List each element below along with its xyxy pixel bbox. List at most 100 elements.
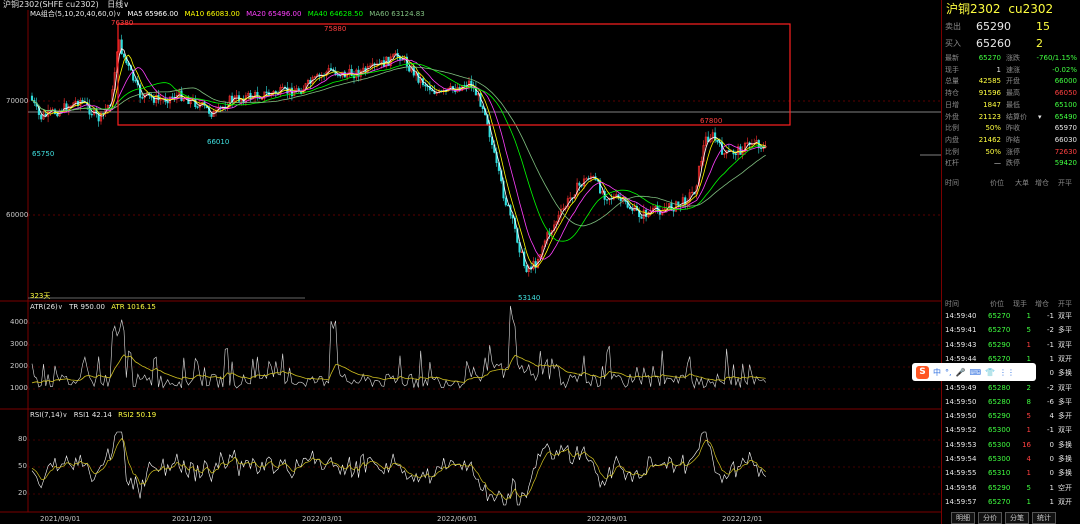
tick-price: 65300 bbox=[988, 455, 1011, 463]
bid-price: 65260 bbox=[976, 37, 1011, 50]
tick-row[interactable]: 14:59:55 65310 1 0 多换 bbox=[942, 467, 1080, 480]
quote-row: 比例 50% 涨停 72630 bbox=[942, 146, 1080, 158]
tick-row[interactable]: 14:59:50 65290 5 4 多开 bbox=[942, 410, 1080, 423]
tick-oi: -1 bbox=[1047, 312, 1054, 320]
quote-row: 外盘 21123 结算价 65490 ▾ bbox=[942, 111, 1080, 123]
candle-body bbox=[56, 113, 59, 117]
candle-body bbox=[258, 97, 261, 100]
tick-header-2: 时间 价位 现手 增仓 开平 bbox=[942, 298, 1080, 310]
ma60-value: MA60 63124.83 bbox=[369, 10, 425, 18]
tick-type: 空开 bbox=[1058, 483, 1072, 492]
col-volume: 现手 bbox=[1013, 300, 1027, 308]
kline-chart-area[interactable] bbox=[0, 0, 941, 524]
chevron-down-icon[interactable]: ▾ bbox=[1038, 111, 1042, 123]
ma-combo-label[interactable]: MA组合(5,10,20,40,60,0)∨ bbox=[30, 10, 121, 18]
bars-count: 323天 bbox=[30, 292, 51, 300]
quote-label: 比例 bbox=[945, 147, 959, 156]
ma-line bbox=[31, 47, 766, 270]
quote-row: 比例 50% 昨收 65970 bbox=[942, 122, 1080, 134]
tick-row[interactable]: 14:59:41 65270 5 -2 多平 bbox=[942, 324, 1080, 337]
col-oi: 增仓 bbox=[1035, 300, 1049, 308]
toolbox-icon[interactable]: ⋮⋮ bbox=[999, 368, 1015, 377]
ma-line bbox=[31, 54, 766, 268]
tick-volume: 1 bbox=[1026, 340, 1031, 349]
tick-row[interactable]: 14:59:54 65300 4 0 多换 bbox=[942, 453, 1080, 466]
tick-time: 14:59:50 bbox=[945, 412, 977, 421]
quote-label: 总量 bbox=[945, 77, 959, 86]
tick-row[interactable]: 14:59:52 65300 1 -1 双平 bbox=[942, 424, 1080, 437]
tick-volume: 1 bbox=[1026, 426, 1031, 435]
ask-price: 65290 bbox=[976, 20, 1011, 33]
ime-toolbar[interactable]: S 中 °, 🎤 ⌨ 👕 ⋮⋮ bbox=[912, 363, 1036, 381]
candle-body bbox=[134, 80, 137, 82]
tick-row[interactable]: 14:59:40 65270 1 -1 双平 bbox=[942, 310, 1080, 323]
tab-detail[interactable]: 明细 bbox=[951, 512, 975, 524]
tab-stats[interactable]: 统计 bbox=[1032, 512, 1056, 524]
ma10-value: MA10 66083.00 bbox=[184, 10, 240, 18]
quote-label: 涨跌 bbox=[1006, 54, 1020, 62]
quote-value: 65970 bbox=[1054, 124, 1077, 133]
ime-language[interactable]: 中 bbox=[933, 367, 941, 378]
tab-ticks[interactable]: 分笔 bbox=[1005, 512, 1029, 524]
atr-value: ATR 1016.15 bbox=[111, 303, 156, 311]
x-tick: 2022/12/01 bbox=[722, 515, 763, 523]
col-big-order: 大单 bbox=[1015, 179, 1029, 187]
tick-price: 65290 bbox=[988, 412, 1011, 421]
tick-oi: 0 bbox=[1049, 455, 1054, 463]
ma-line bbox=[31, 58, 766, 260]
candle-body bbox=[525, 265, 528, 273]
tick-row[interactable]: 14:59:49 65280 2 -2 双平 bbox=[942, 382, 1080, 395]
ma-line bbox=[31, 66, 766, 227]
punctuation-icon[interactable]: °, bbox=[945, 368, 952, 377]
tick-time: 14:59:43 bbox=[945, 340, 977, 349]
ma5-value: MA5 65966.00 bbox=[127, 10, 179, 18]
atr-y-tick: 1000 bbox=[10, 384, 28, 392]
tab-price-volume[interactable]: 分价 bbox=[978, 512, 1002, 524]
skin-icon[interactable]: 👕 bbox=[985, 368, 995, 377]
quote-value: 66050 bbox=[1054, 89, 1077, 98]
quote-row: 最新 65270 涨跌 -760/1.15% bbox=[942, 52, 1080, 64]
tick-time: 14:59:57 bbox=[945, 497, 977, 506]
col-type: 开平 bbox=[1058, 300, 1072, 308]
quote-label: 持仓 bbox=[945, 89, 959, 98]
tick-volume: 1 bbox=[1026, 497, 1031, 506]
quote-label: 速涨 bbox=[1006, 65, 1020, 74]
tick-price: 65300 bbox=[988, 426, 1011, 435]
quote-value: -0.02% bbox=[1052, 65, 1077, 74]
tick-type: 双平 bbox=[1058, 426, 1072, 435]
x-tick: 2022/06/01 bbox=[437, 515, 478, 523]
ask-row: 卖出 65290 15 bbox=[942, 19, 1080, 34]
candle-body bbox=[210, 113, 213, 117]
tick-price: 65300 bbox=[988, 440, 1011, 449]
tick-type: 多换 bbox=[1058, 440, 1072, 449]
chevron-down-icon: ∨ bbox=[57, 303, 63, 311]
tick-row[interactable]: 14:59:53 65300 16 0 多换 bbox=[942, 439, 1080, 452]
quote-title: 沪铜2302 cu2302 bbox=[946, 1, 1053, 17]
tick-type: 双平 bbox=[1058, 340, 1072, 349]
atr-y-tick: 2000 bbox=[10, 362, 28, 370]
tick-row[interactable]: 14:59:57 65270 1 1 双开 bbox=[942, 496, 1080, 509]
tick-row[interactable]: 14:59:43 65290 1 -1 双平 bbox=[942, 339, 1080, 352]
quote-label: 开盘 bbox=[1006, 77, 1020, 86]
ma40-value: MA40 64628.50 bbox=[307, 10, 364, 18]
quote-value: 1 bbox=[996, 65, 1001, 74]
candle-body bbox=[424, 84, 427, 87]
tick-time: 14:59:40 bbox=[945, 312, 977, 320]
x-tick: 2021/12/01 bbox=[172, 515, 213, 523]
rsi2-line bbox=[31, 438, 766, 501]
rsi-indicator-label[interactable]: RSI(7,14)∨ bbox=[30, 411, 68, 419]
atr-indicator-label[interactable]: ATR(26)∨ bbox=[30, 303, 63, 311]
quote-value: 65270 bbox=[978, 54, 1001, 62]
quote-value: 59420 bbox=[1054, 159, 1077, 168]
quote-value: 21123 bbox=[978, 112, 1001, 121]
microphone-icon[interactable]: 🎤 bbox=[956, 368, 966, 377]
tick-row[interactable]: 14:59:56 65290 5 1 空开 bbox=[942, 482, 1080, 495]
keyboard-icon[interactable]: ⌨ bbox=[970, 368, 982, 377]
quote-value: 50% bbox=[985, 124, 1001, 133]
bid-volume: 2 bbox=[1036, 37, 1043, 50]
tick-volume: 5 bbox=[1026, 326, 1031, 335]
sogou-logo-icon[interactable]: S bbox=[916, 365, 929, 379]
candle-body bbox=[65, 103, 68, 111]
tick-oi: 4 bbox=[1049, 412, 1054, 421]
tick-row[interactable]: 14:59:50 65280 8 -6 多平 bbox=[942, 396, 1080, 409]
